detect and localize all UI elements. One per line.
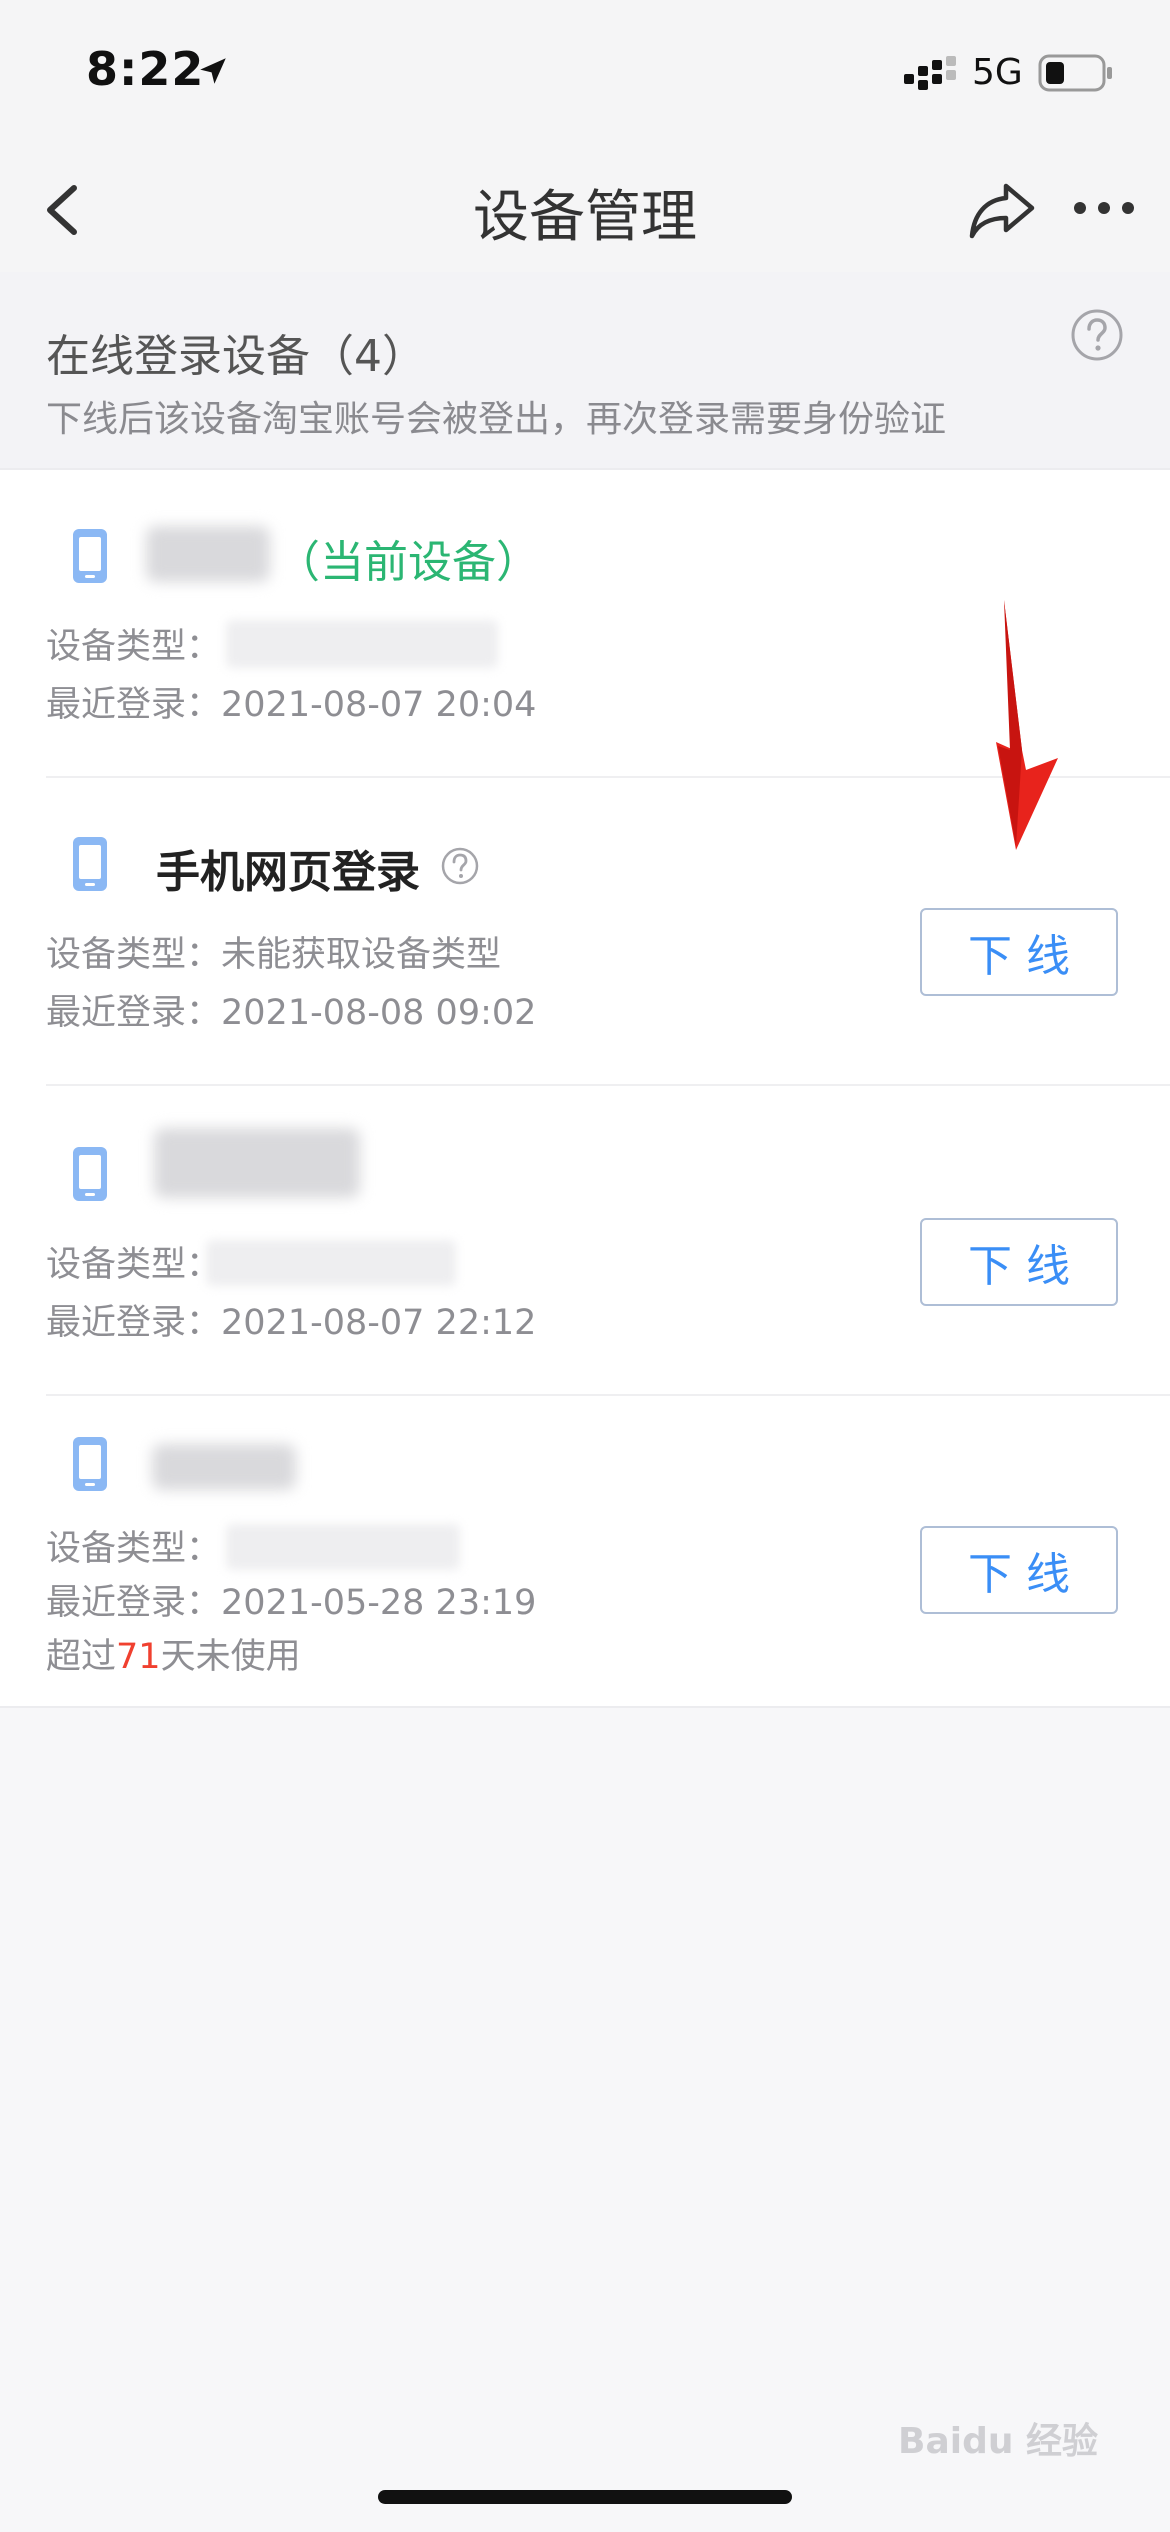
divider	[46, 1084, 1170, 1086]
more-icon[interactable]	[1072, 198, 1136, 218]
help-icon[interactable]	[440, 846, 480, 886]
signal-icon	[904, 56, 956, 90]
unused-notice: 超过71天未使用	[46, 1628, 301, 1679]
device-type-label: 设备类型：	[46, 935, 222, 975]
phone-icon	[73, 1437, 107, 1491]
share-icon[interactable]	[966, 178, 1038, 242]
status-time: 8:22	[86, 42, 205, 96]
device-type-value: 未能获取设备类型	[221, 935, 502, 975]
last-login-value: 2021-08-07 22:12	[221, 1303, 537, 1343]
last-login-row: 最近登录：2021-08-07 22:12	[46, 1294, 536, 1345]
device-type-label: 设备类型：	[46, 1245, 222, 1285]
offline-button[interactable]: 下线	[920, 1218, 1118, 1306]
last-login-value: 2021-05-28 23:19	[221, 1583, 537, 1623]
nav-bar: 设备管理	[0, 150, 1170, 272]
help-icon[interactable]	[1070, 308, 1124, 362]
device-type-row: 设备类型：	[46, 1236, 221, 1287]
device-name-redacted	[152, 1444, 296, 1490]
red-arrow-annotation	[996, 600, 1058, 850]
device-type-row: 设备类型：	[46, 1520, 221, 1571]
last-login-label: 最近登录：	[46, 1583, 222, 1623]
last-login-label: 最近登录：	[46, 1303, 222, 1343]
last-login-row: 最近登录：2021-08-08 09:02	[46, 984, 536, 1035]
device-item: 设备类型： 最近登录：2021-08-07 22:12 下线	[0, 1088, 1170, 1396]
last-login-label: 最近登录：	[46, 685, 222, 725]
phone-icon	[73, 837, 107, 891]
home-indicator[interactable]	[378, 2490, 792, 2504]
device-type-label: 设备类型：	[46, 627, 222, 667]
phone-icon	[73, 529, 107, 583]
watermark: Baidu 经验	[898, 2421, 1099, 2462]
last-login-label: 最近登录：	[46, 993, 222, 1033]
last-login-row: 最近登录：2021-08-07 20:04	[46, 676, 536, 727]
device-type-redacted	[226, 620, 498, 668]
online-devices-description: 下线后该设备淘宝账号会被登出，再次登录需要身份验证	[46, 399, 947, 440]
device-type-redacted	[206, 1240, 456, 1286]
device-item: 设备类型： 最近登录：2021-05-28 23:19 超过71天未使用 下线	[0, 1396, 1170, 1706]
device-name-redacted	[154, 1128, 360, 1198]
battery-icon	[1038, 54, 1112, 92]
unused-days: 71	[116, 1637, 161, 1677]
location-arrow-icon	[200, 58, 226, 84]
device-type-label: 设备类型：	[46, 1529, 222, 1569]
offline-button[interactable]: 下线	[920, 1526, 1118, 1614]
online-devices-title: 在线登录设备（4）	[46, 331, 426, 382]
device-type-row: 设备类型：未能获取设备类型	[46, 926, 501, 977]
current-device-tag: （当前设备）	[276, 537, 540, 588]
last-login-row: 最近登录：2021-05-28 23:19	[46, 1574, 536, 1625]
device-name: 手机网页登录	[156, 847, 420, 898]
status-bar: 8:22 5G	[0, 0, 1170, 150]
offline-button[interactable]: 下线	[920, 908, 1118, 996]
unused-prefix: 超过	[46, 1637, 117, 1677]
info-header: 在线登录设备（4） 下线后该设备淘宝账号会被登出，再次登录需要身份验证	[0, 272, 1170, 470]
device-type-row: 设备类型：	[46, 618, 221, 669]
device-type-redacted	[226, 1524, 460, 1570]
network-label: 5G	[972, 52, 1023, 93]
last-login-value: 2021-08-08 09:02	[221, 993, 537, 1033]
phone-icon	[73, 1147, 107, 1201]
device-name-redacted	[146, 526, 270, 582]
unused-suffix: 天未使用	[160, 1637, 301, 1677]
last-login-value: 2021-08-07 20:04	[221, 685, 537, 725]
